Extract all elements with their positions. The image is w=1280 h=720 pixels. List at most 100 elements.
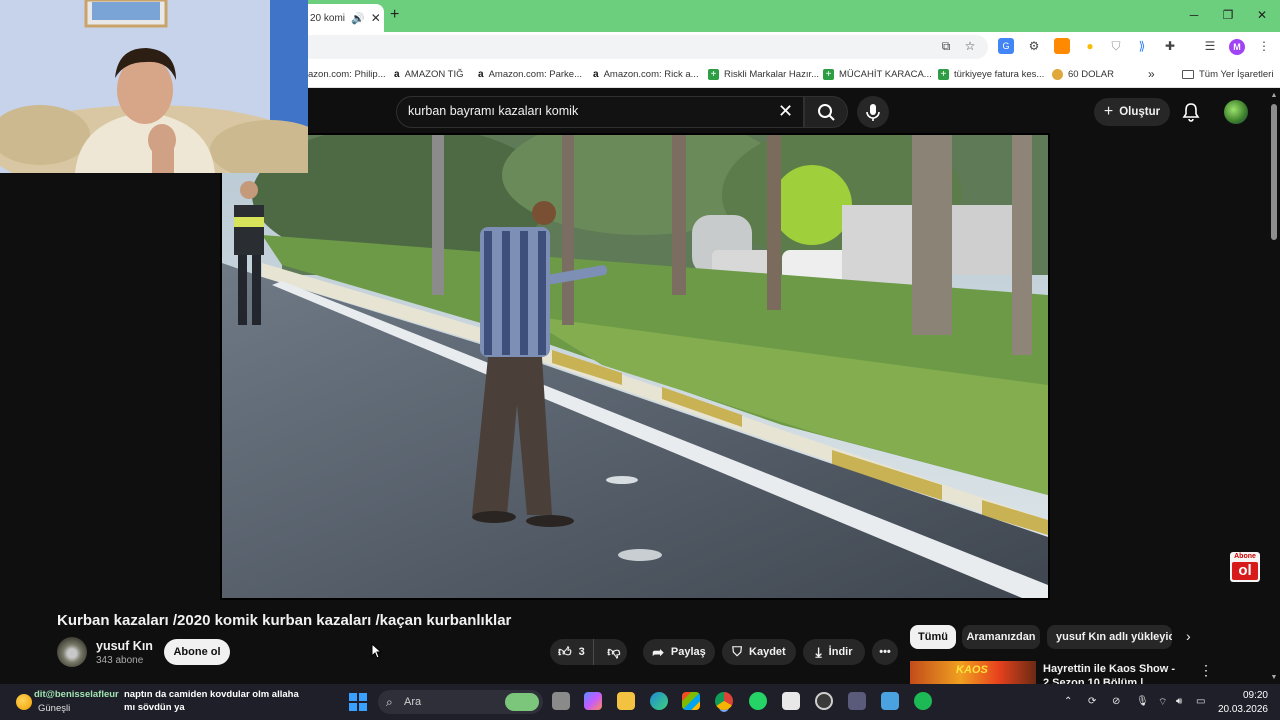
like-dislike-group: 👍︎ 3 👎︎ [550,639,627,665]
chevron-right-icon[interactable]: › [1186,628,1202,646]
clock-time[interactable]: 09:20 [1240,690,1268,701]
chat-username: dit@benisselafleur [34,689,119,700]
extension-icon[interactable] [1054,38,1070,54]
notepad-icon[interactable] [881,692,899,710]
webcam-scene [0,0,308,173]
battery-icon[interactable]: ▭ [1196,696,1205,707]
sync-icon[interactable]: ⟳ [1088,696,1096,707]
chip-from-uploader[interactable]: yusuf Kın adlı yükleyiciden [1047,625,1172,649]
shield-icon[interactable]: ⛉ [1108,38,1124,54]
create-label: Oluştur [1119,106,1161,118]
share-button[interactable]: ➦ Paylaş [643,639,715,665]
spotify-icon[interactable] [914,692,932,710]
app-icon[interactable] [782,692,800,710]
bookmark-item[interactable]: 60 DOLAR [1052,69,1114,80]
voice-search-button[interactable] [857,96,889,128]
calculator-icon[interactable] [848,692,866,710]
scroll-down-arrow-icon[interactable]: ▼ [1270,674,1278,682]
chrome-icon[interactable] [715,692,733,710]
chat-message-line: naptın da camiden kovdular olm allaha [124,689,299,700]
minimize-button[interactable]: ─ [1184,6,1204,24]
file-explorer-icon[interactable] [617,692,635,710]
kebab-menu-icon[interactable]: ⋮ [1199,662,1213,679]
subscribe-watermark[interactable]: Abone ol [1230,552,1260,582]
plus-icon: + [1103,103,1114,120]
account-avatar[interactable] [1224,100,1248,124]
clear-search-icon[interactable]: ✕ [778,101,793,122]
save-button[interactable]: ⛉ Kaydet [722,639,796,665]
video-scene [222,135,1048,598]
kebab-menu-icon[interactable]: ⋮ [1256,38,1272,54]
search-query[interactable]: kurban bayramı kazaları komik [408,104,578,118]
new-tab-button[interactable]: + [390,6,406,24]
bookmark-item[interactable]: + MÜCAHİT KARACA... [823,69,932,80]
share-arrow-icon: ➦ [652,643,664,660]
weather-sun-icon[interactable] [16,694,32,710]
bookmark-item[interactable]: azon.com: Philip... [308,69,386,80]
task-view-icon[interactable] [552,692,570,710]
puzzle-extensions-icon[interactable]: ✚ [1162,38,1178,54]
dislike-button[interactable]: 👎︎ [601,639,627,665]
tab-active[interactable]: 20 komi 🔊 ✕ [300,4,384,32]
like-button[interactable]: 👍︎ 3 [550,639,594,665]
camera-off-icon[interactable]: ⊘ [1112,696,1120,707]
bookmark-label: Amazon.com: Parke... [488,69,583,80]
subscribe-button[interactable]: Abone ol [164,639,230,665]
chat-message-line: mı sövdün ya [124,702,185,713]
share-label: Paylaş [670,646,706,658]
bookmark-item[interactable]: + türkiyeye fatura kes... [938,69,1044,80]
obs-icon[interactable] [815,692,833,710]
create-button[interactable]: + Oluştur [1094,98,1170,126]
video-frame[interactable] [222,135,1048,598]
bookmark-star-icon[interactable]: ☆ [962,38,978,54]
speaker-icon[interactable]: 🔊 [351,12,365,25]
chip-all[interactable]: Tümü [910,625,956,649]
bookmark-item[interactable]: a Amazon.com: Parke... [478,69,582,80]
bookmark-label: MÜCAHİT KARACA... [839,69,932,80]
volume-icon[interactable]: 🔊︎ [1176,696,1182,707]
bookmark-label: türkiyeye fatura kes... [954,69,1045,80]
bookmark-item[interactable]: a AMAZON TIĞ [394,69,464,80]
microphone-icon[interactable]: 🎙︎ [1136,696,1149,707]
cast-icon[interactable]: ⧉ [938,38,954,54]
weather-label[interactable]: Güneşli [38,703,70,714]
download-button[interactable]: ⤓ İndir [803,639,865,665]
copilot-icon[interactable] [584,692,602,710]
chevron-up-icon[interactable]: ⌃ [1064,696,1072,707]
whatsapp-icon[interactable] [749,692,767,710]
maximize-button[interactable]: ❐ [1218,6,1238,24]
all-bookmarks-button[interactable]: Tüm Yer İşaretleri [1182,69,1273,80]
extension-icon[interactable]: ⚙ [1026,38,1042,54]
channel-name[interactable]: yusuf Kın [96,639,153,653]
close-window-button[interactable]: ✕ [1252,6,1272,24]
store-icon[interactable] [682,692,700,710]
sheets-icon: + [823,69,834,80]
extension-icon[interactable]: ⟫ [1134,38,1150,54]
bookmarks-overflow-button[interactable]: » [1148,67,1155,81]
profile-avatar[interactable]: M [1229,39,1245,55]
tab-close-icon[interactable]: ✕ [371,11,381,25]
translate-extension-icon[interactable]: G [998,38,1014,54]
notifications-button[interactable] [1181,102,1201,122]
thumbs-down-icon: 👎︎ [607,644,621,659]
taskbar-search-label: Ara [404,696,422,708]
bookmark-item[interactable]: + Riskli Markalar Hazır... [708,69,819,80]
wifi-icon[interactable]: ⌔ [1158,696,1167,709]
clock-date[interactable]: 20.03.2026 [1212,704,1268,715]
widget-icon[interactable] [505,693,539,711]
more-actions-button[interactable]: ••• [872,639,898,665]
recommended-thumbnail[interactable]: KAOS [910,661,1036,684]
chip-from-search[interactable]: Aramanızdan [962,625,1040,649]
scrollbar-thumb[interactable] [1271,104,1277,240]
windows-start-icon[interactable] [349,693,367,711]
extension-icon[interactable]: ● [1082,38,1098,54]
bookmark-label: AMAZON TIĞ [404,69,464,80]
channel-avatar[interactable] [57,637,87,667]
reading-list-icon[interactable]: ☰ [1202,38,1218,54]
edge-icon[interactable] [650,692,668,710]
scroll-up-arrow-icon[interactable]: ▲ [1270,92,1278,100]
address-bar[interactable] [300,35,988,59]
recommended-title[interactable]: Hayrettin ile Kaos Show - 2.Sezon 10.Böl… [1043,662,1183,684]
search-button[interactable] [804,96,848,128]
bookmark-item[interactable]: a Amazon.com: Rick a... [593,69,699,80]
